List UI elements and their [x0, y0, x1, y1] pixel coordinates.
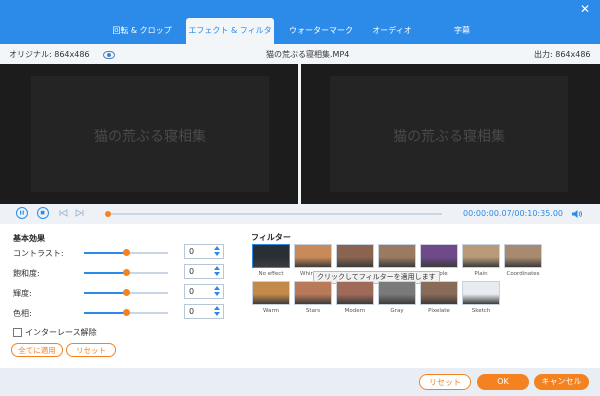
filter-whirlpool[interactable]	[294, 244, 332, 268]
filter-label: No effect	[258, 271, 284, 277]
decrement-arrow-icon[interactable]	[214, 252, 220, 256]
filter-modern[interactable]	[336, 281, 374, 305]
close-button[interactable]: ✕	[578, 2, 592, 16]
saturation-slider[interactable]	[84, 269, 168, 276]
hue-value: 0	[189, 307, 195, 316]
deinterlace-label: インターレース解除	[25, 328, 97, 337]
filter-label: Modern	[344, 308, 366, 314]
cancel-button[interactable]: キャンセル	[534, 374, 589, 390]
decrement-arrow-icon[interactable]	[214, 312, 220, 316]
stop-button[interactable]	[37, 207, 49, 219]
info-bar: オリジナル: 864x486 猫の荒ぶる寝相集.MP4 出力: 864x486	[0, 44, 600, 64]
increment-arrow-icon[interactable]	[214, 266, 220, 270]
filter-label: Warm	[263, 308, 279, 314]
brightness-value: 0	[189, 287, 195, 296]
reset-button[interactable]: リセット	[419, 374, 471, 390]
tab-effects-filters[interactable]: エフェクト & フィルター	[186, 18, 274, 61]
filter-warm[interactable]	[252, 281, 290, 305]
contrast-label: コントラスト:	[13, 249, 64, 258]
timeline-track[interactable]	[104, 211, 442, 217]
original-preview: 猫の荒ぶる寝相集	[31, 76, 269, 192]
filter-pixelate[interactable]	[420, 281, 458, 305]
contrast-slider[interactable]	[84, 249, 168, 256]
filter-sketch[interactable]	[462, 281, 500, 305]
filter-stars[interactable]	[294, 281, 332, 305]
original-preview-title: 猫の荒ぶる寝相集	[94, 129, 206, 145]
tab-header: ✕ 回転 & クロップ エフェクト & フィルター ウォーターマーク オーディオ…	[0, 0, 600, 61]
pause-icon	[20, 210, 24, 215]
output-size: 出力: 864x486	[534, 50, 591, 59]
contrast-value: 0	[189, 247, 195, 256]
timeline-handle[interactable]	[104, 211, 111, 217]
settings-panel: 基本効果 コントラスト: 0 飽和度: 0 輝度: 0 色相: 0 インターレー…	[0, 224, 600, 368]
contrast-stepper[interactable]: 0	[184, 244, 224, 259]
filter-label: Stars	[305, 308, 321, 314]
time-display: 00:00:00.07/00:10:35.00	[463, 209, 563, 218]
hue-label: 色相:	[13, 309, 32, 318]
increment-arrow-icon[interactable]	[214, 286, 220, 290]
filter-label: Sketch	[471, 308, 491, 314]
playback-bar: 00:00:00.07/00:10:35.00	[0, 204, 600, 224]
filter-label: Coordinates	[506, 271, 540, 277]
preview-area: 猫の荒ぶる寝相集 猫の荒ぶる寝相集	[0, 64, 600, 204]
decrement-arrow-icon[interactable]	[214, 292, 220, 296]
tab-rotate-crop[interactable]: 回転 & クロップ	[103, 18, 181, 44]
output-preview: 猫の荒ぶる寝相集	[330, 76, 568, 192]
apply-to-all-button[interactable]: 全てに適用	[11, 343, 63, 357]
brightness-label: 輝度:	[13, 289, 32, 298]
tab-subtitle[interactable]: 字幕	[440, 18, 484, 44]
saturation-stepper[interactable]: 0	[184, 264, 224, 279]
filters-title: フィルター	[251, 233, 291, 242]
tab-watermark[interactable]: ウォーターマーク	[282, 18, 360, 44]
filter-gray[interactable]	[378, 281, 416, 305]
filter-label: Plain	[474, 271, 488, 277]
filter-thumbnail[interactable]	[378, 244, 416, 268]
brightness-stepper[interactable]: 0	[184, 284, 224, 299]
basic-reset-button[interactable]: リセット	[66, 343, 116, 357]
hue-slider[interactable]	[84, 309, 168, 316]
brightness-slider[interactable]	[84, 289, 168, 296]
filter-coordinates[interactable]	[504, 244, 542, 268]
saturation-value: 0	[189, 267, 195, 276]
stop-icon	[40, 210, 45, 215]
filter-no-effect[interactable]	[252, 244, 290, 268]
deinterlace-checkbox[interactable]	[13, 328, 22, 337]
footer-bar: リセット OK キャンセル	[0, 368, 600, 396]
decrement-arrow-icon[interactable]	[214, 272, 220, 276]
filter-plain[interactable]	[462, 244, 500, 268]
original-size: オリジナル: 864x486	[9, 50, 90, 59]
filter-label: Pixelate	[428, 308, 450, 314]
volume-icon[interactable]	[571, 209, 583, 219]
increment-arrow-icon[interactable]	[214, 246, 220, 250]
output-preview-title: 猫の荒ぶる寝相集	[393, 129, 505, 145]
increment-arrow-icon[interactable]	[214, 306, 220, 310]
ok-button[interactable]: OK	[477, 374, 529, 390]
filter-label: Gray	[390, 308, 404, 314]
preview-divider	[298, 64, 301, 204]
saturation-label: 飽和度:	[13, 269, 40, 278]
eye-icon[interactable]	[103, 51, 115, 59]
tab-audio[interactable]: オーディオ	[362, 18, 422, 44]
filter-thumbnail[interactable]	[336, 244, 374, 268]
filter-purple[interactable]	[420, 244, 458, 268]
next-frame-icon[interactable]	[75, 209, 84, 217]
hue-stepper[interactable]: 0	[184, 304, 224, 319]
basic-effects-title: 基本効果	[13, 234, 45, 243]
file-name: 猫の荒ぶる寝相集.MP4	[266, 50, 350, 59]
pause-button[interactable]	[16, 207, 28, 219]
previous-frame-icon[interactable]	[59, 209, 68, 217]
